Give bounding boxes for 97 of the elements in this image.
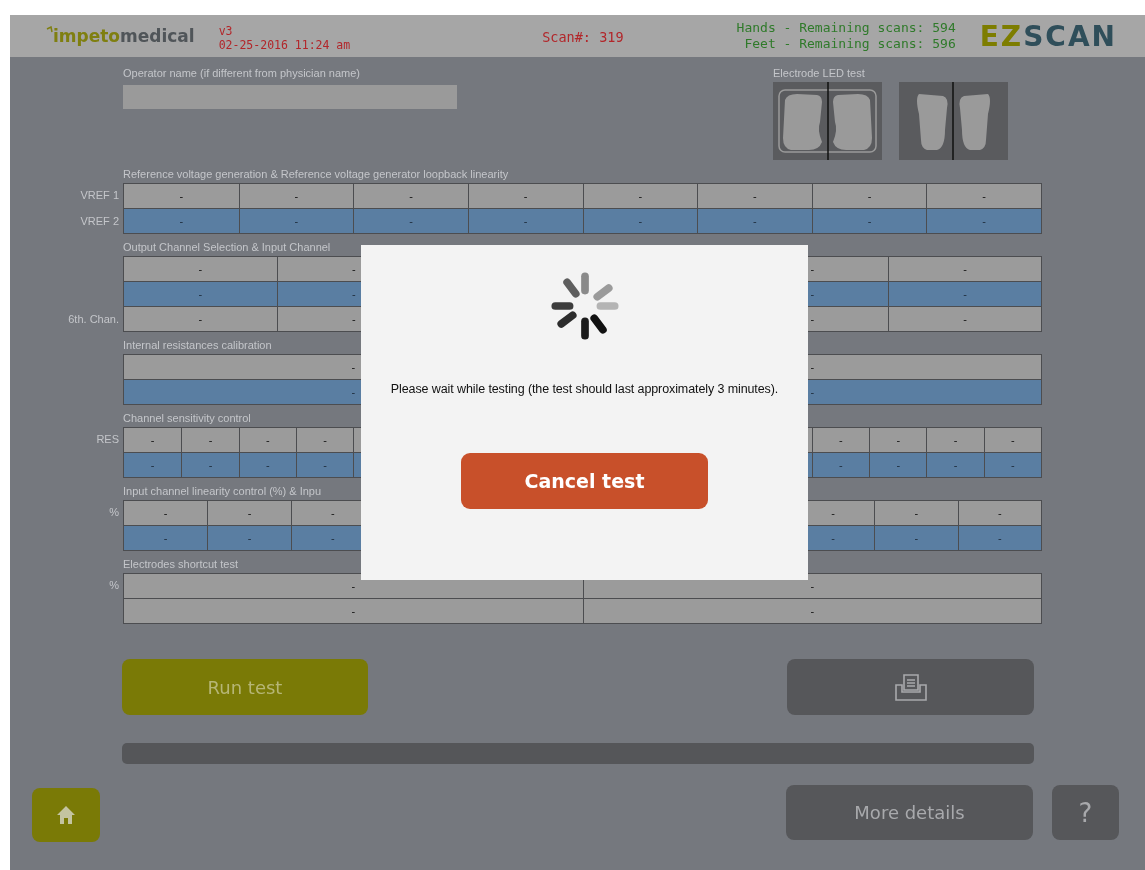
printer-icon	[893, 672, 928, 702]
table-cell: -	[323, 434, 327, 446]
table-cell: -	[867, 190, 872, 202]
logo-text: impetomedical	[53, 26, 195, 46]
table-cell: -	[963, 288, 967, 300]
table-cell: -	[1011, 434, 1015, 446]
help-button[interactable]: ?	[1052, 785, 1119, 840]
table-cell: -	[409, 215, 413, 227]
field-label: Operator name (if different from physician name)	[123, 66, 361, 80]
table-cell: -	[523, 215, 528, 227]
table-cell: -	[997, 507, 1002, 519]
table-cell: -	[982, 215, 986, 227]
table-cell: -	[839, 434, 843, 446]
row-label: 6th. Chan.	[68, 313, 119, 325]
table-cell: -	[839, 459, 843, 471]
table-cell: -	[331, 507, 335, 519]
home-icon	[56, 805, 76, 825]
table-cell: -	[963, 263, 967, 275]
date-time: 02-25-2016 11:24 am	[218, 38, 351, 52]
led-test-label: Electrode LED test	[773, 66, 866, 80]
table-cell: -	[163, 532, 168, 544]
table-cell: -	[331, 532, 335, 544]
table-cell: -	[638, 215, 643, 227]
table-cell: -	[351, 580, 356, 592]
table-cell: -	[982, 190, 986, 202]
table-cell: -	[810, 288, 815, 300]
table-cell: -	[294, 215, 299, 227]
table-cell: -	[351, 361, 356, 373]
table-cell: -	[963, 313, 967, 325]
scan-number: Scan#: 319	[542, 29, 624, 45]
operator-name-field[interactable]	[123, 85, 457, 109]
table-cell: -	[208, 434, 213, 446]
product-logo: EZSCAN	[979, 19, 1117, 53]
section-title: Electrodes shortcut test	[123, 557, 239, 571]
table-cell: -	[265, 434, 270, 446]
table-cell: -	[831, 507, 835, 519]
table-cell: -	[150, 434, 155, 446]
table-cell: -	[198, 313, 203, 325]
hand-electrodes-icon	[773, 82, 882, 160]
table-cell: -	[179, 215, 184, 227]
table-cell: -	[638, 190, 643, 202]
table-cell: -	[810, 386, 815, 398]
table-cell: -	[953, 459, 958, 471]
table-cell: -	[997, 532, 1002, 544]
table-cell: -	[351, 263, 356, 275]
section-title: Channel sensitivity control	[123, 411, 252, 425]
table-cell: -	[810, 313, 815, 325]
section-title: Input channel linearity control (%) & Inpu	[123, 484, 323, 498]
table-cell: -	[914, 532, 919, 544]
table-cell: -	[351, 605, 356, 617]
foot-electrodes-icon	[899, 82, 1008, 160]
table-cell: -	[351, 288, 356, 300]
version-label: v3	[218, 24, 234, 38]
table-cell: -	[810, 263, 815, 275]
table-cell: -	[1011, 459, 1015, 471]
table-cell: -	[914, 507, 919, 519]
wait-message: Please wait while testing (the test should last approximately 3 minutes).	[390, 382, 779, 396]
table-cell: -	[810, 580, 815, 592]
table-cell: -	[179, 190, 184, 202]
table-cell: -	[810, 361, 815, 373]
row-label: %	[109, 579, 119, 591]
table-cell: -	[265, 459, 270, 471]
row-label: %	[109, 506, 119, 518]
section-title: Reference voltage generation & Reference voltage generator loopback linearity	[123, 167, 510, 181]
table-cell: -	[523, 190, 528, 202]
table-cell: -	[351, 386, 356, 398]
table-cell: -	[150, 459, 155, 471]
table-cell: -	[810, 605, 815, 617]
table-cell: -	[198, 263, 203, 275]
row-label: VREF 2	[80, 215, 119, 227]
table-cell: -	[753, 215, 757, 227]
table-cell: -	[351, 313, 356, 325]
print-button[interactable]	[787, 659, 1034, 715]
table-cell: -	[953, 434, 958, 446]
table-cell: -	[831, 532, 835, 544]
table-cell: -	[247, 532, 252, 544]
remaining-scans: Hands - Remaining scans: 594	[736, 20, 956, 36]
table-cell: -	[867, 215, 872, 227]
table-cell: -	[247, 507, 252, 519]
home-button[interactable]	[32, 788, 100, 842]
table-cell: -	[753, 190, 757, 202]
table-cell: -	[409, 190, 413, 202]
table-cell: -	[896, 459, 901, 471]
table-cell: -	[896, 434, 901, 446]
section-title: Output Channel Selection & Input Channel	[123, 240, 332, 254]
table-cell: -	[294, 190, 299, 202]
run-test-button[interactable]: Run test	[122, 659, 368, 715]
more-details-button[interactable]: More details	[786, 785, 1033, 840]
row-label: RES	[96, 433, 119, 445]
table-cell: -	[323, 459, 327, 471]
table-cell: -	[208, 459, 213, 471]
remaining-scans: Feet - Remaining scans: 596	[744, 36, 956, 52]
table-cell: -	[198, 288, 203, 300]
row-label: VREF 1	[80, 189, 119, 201]
table-cell: -	[163, 507, 168, 519]
cancel-test-button[interactable]: Cancel test	[461, 453, 708, 509]
section-title: Internal resistances calibration	[123, 338, 273, 352]
